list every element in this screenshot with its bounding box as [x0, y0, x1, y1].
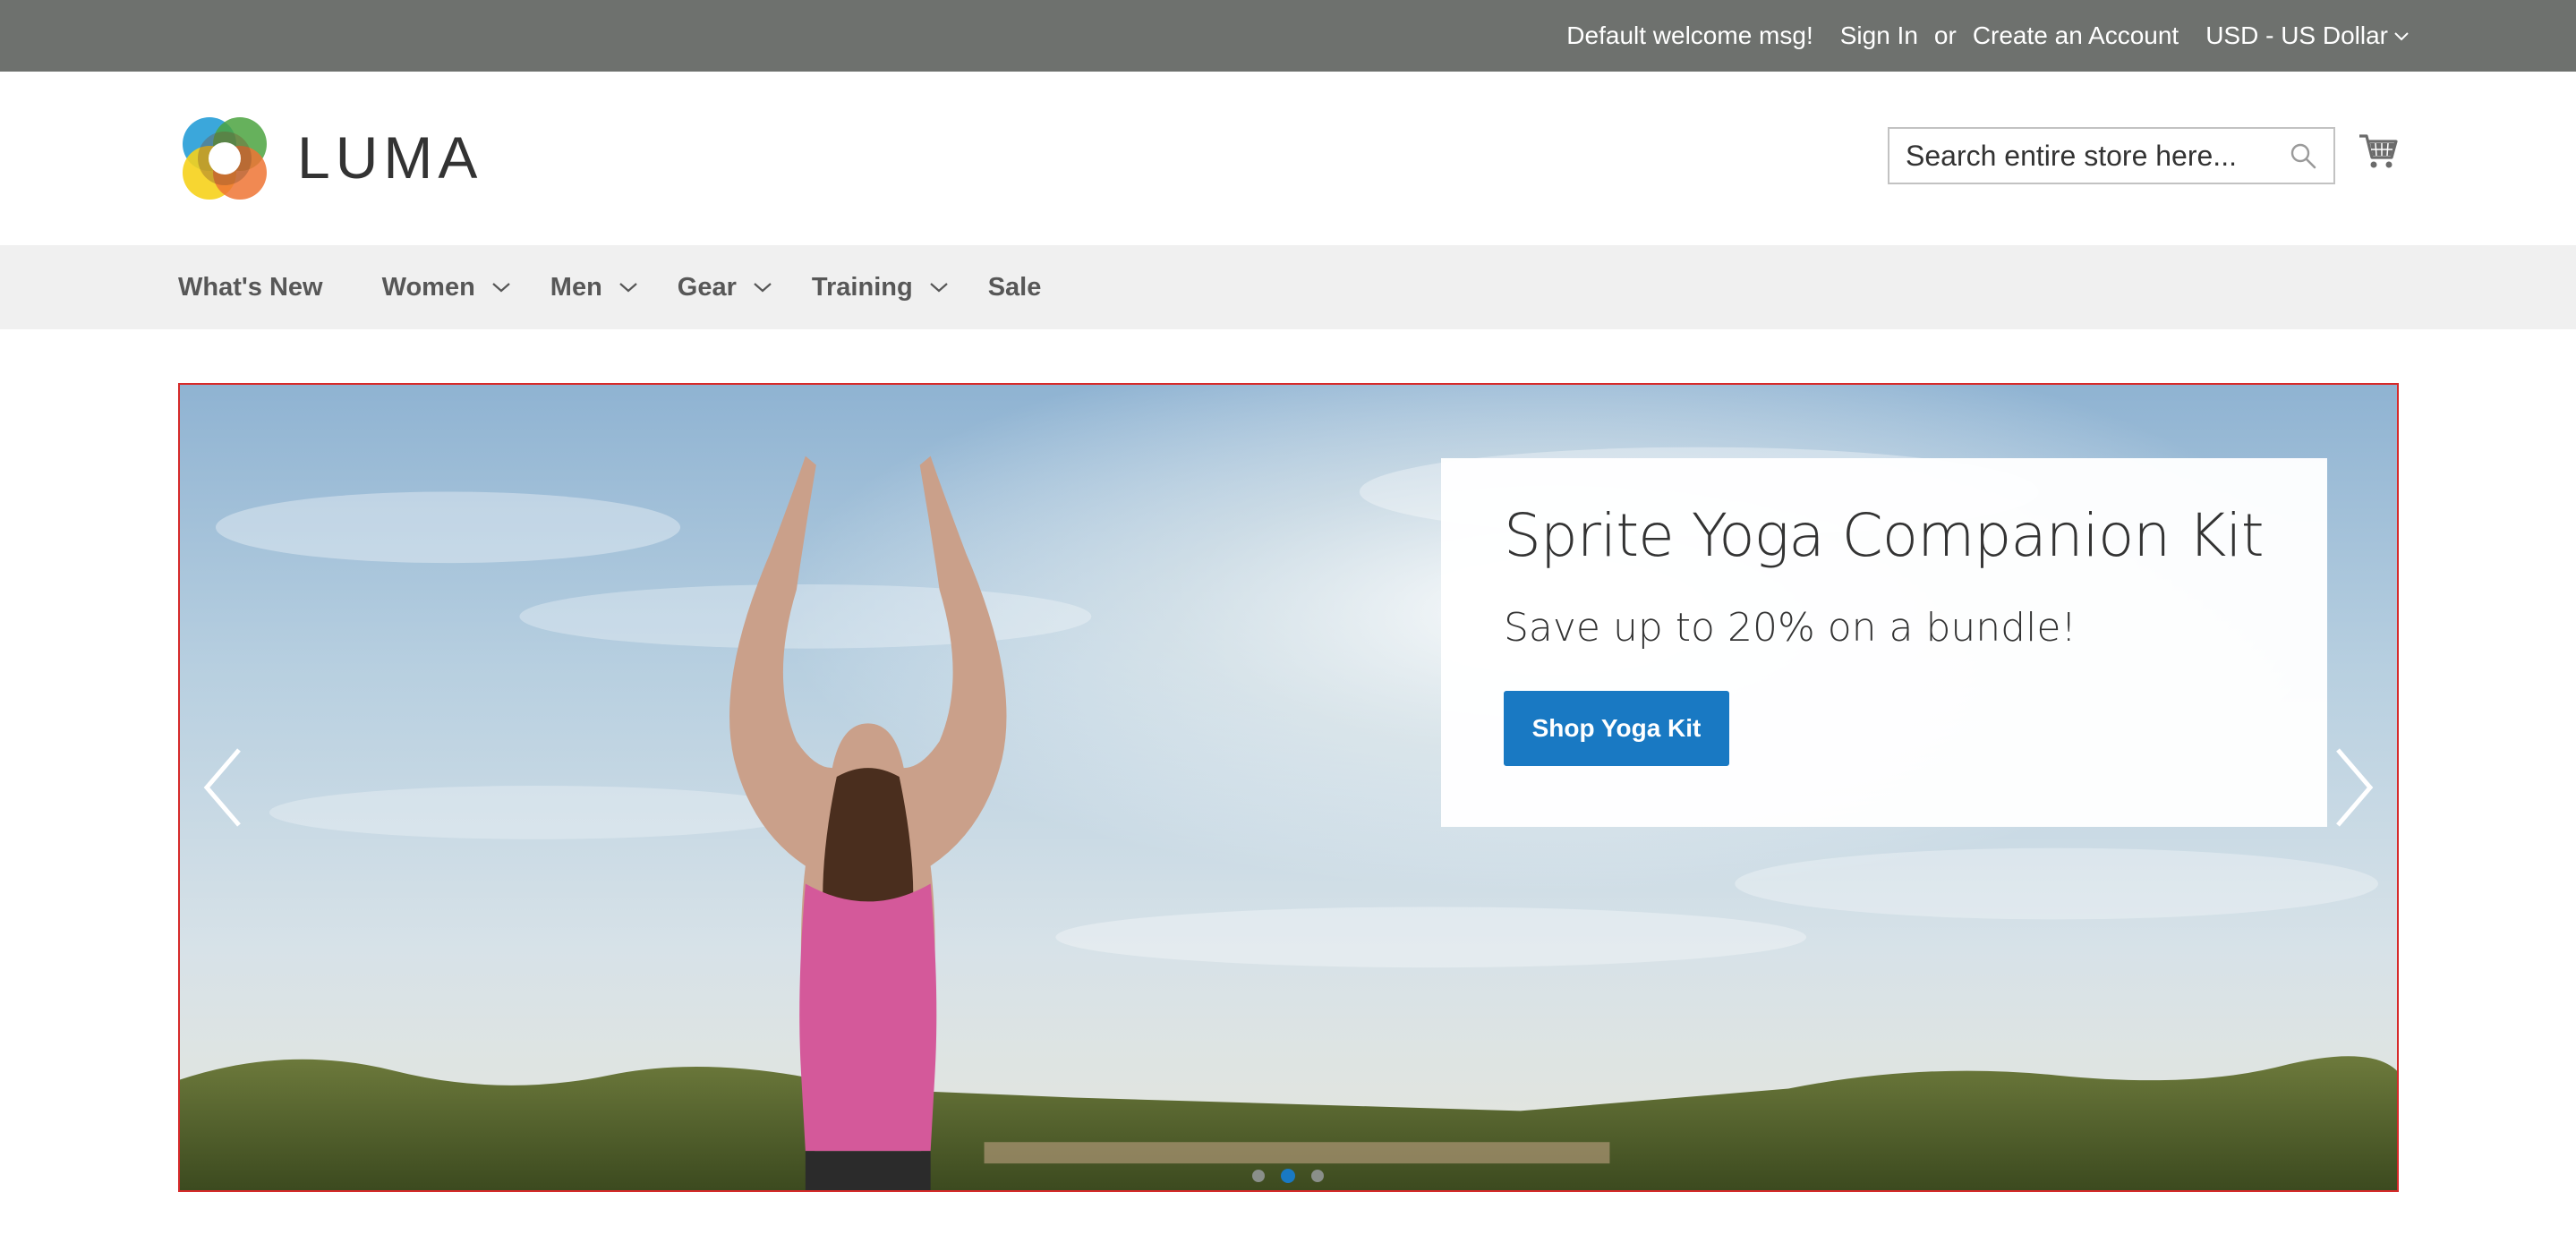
chevron-down-icon — [492, 283, 510, 293]
chevron-down-icon — [754, 283, 772, 293]
logo-text: LUMA — [297, 124, 483, 191]
sign-in-link[interactable]: Sign In — [1840, 21, 1918, 50]
or-separator: or — [1933, 21, 1957, 49]
nav-item-sale[interactable]: Sale — [988, 273, 1042, 302]
hero-slider: Sprite Yoga Companion Kit Save up to 20%… — [178, 383, 2399, 1192]
shop-yoga-kit-button[interactable]: Shop Yoga Kit — [1504, 691, 1729, 766]
nav-item-training[interactable]: Training — [812, 273, 949, 302]
nav-item-label: Sale — [987, 272, 1042, 302]
chevron-right-icon[interactable] — [2325, 743, 2379, 832]
nav-item-label: What's New — [178, 272, 323, 302]
chevron-down-icon — [619, 283, 637, 293]
nav-item-whats-new[interactable]: What's New — [178, 273, 323, 302]
promo-title: Sprite Yoga Companion Kit — [1504, 501, 2265, 570]
nav-item-men[interactable]: Men — [550, 273, 638, 302]
nav-items: What's New Women Men Gear Training Sale — [178, 245, 1100, 329]
store-logo[interactable]: LUMA — [179, 112, 482, 203]
currency-label: USD - US Dollar — [2205, 21, 2388, 49]
luma-logo-icon — [183, 117, 267, 200]
promo-subtitle: Save up to 20% on a bundle! — [1504, 605, 2077, 651]
welcome-message: Default welcome msg! — [1566, 21, 1813, 49]
slider-dot-active[interactable] — [1281, 1169, 1295, 1183]
nav-item-label: Gear — [677, 272, 737, 302]
chevron-down-icon — [929, 283, 948, 293]
nav-item-label: Women — [381, 272, 475, 302]
search-icon[interactable] — [2289, 141, 2317, 170]
cart-icon[interactable] — [2358, 131, 2399, 172]
main-navigation: What's New Women Men Gear Training Sale — [0, 245, 2576, 329]
nav-item-gear[interactable]: Gear — [678, 273, 772, 302]
nav-item-label: Training — [811, 272, 913, 302]
promo-box: Sprite Yoga Companion Kit Save up to 20%… — [1441, 458, 2327, 827]
panel-links: Default welcome msg! Sign In or Create a… — [1566, 0, 2410, 72]
site-header: LUMA — [0, 72, 2576, 245]
slider-dots — [1252, 1169, 1340, 1183]
top-panel-bar: Default welcome msg! Sign In or Create a… — [0, 0, 2576, 72]
slider-dot[interactable] — [1252, 1170, 1265, 1182]
search-input[interactable] — [1889, 131, 2265, 181]
create-account-link[interactable]: Create an Account — [1973, 21, 2179, 50]
nav-item-women[interactable]: Women — [382, 273, 511, 302]
chevron-left-icon[interactable] — [198, 743, 252, 832]
nav-item-label: Men — [550, 272, 602, 302]
search-box — [1888, 127, 2335, 184]
currency-switcher[interactable]: USD - US Dollar — [2205, 21, 2410, 50]
slider-dot[interactable] — [1311, 1170, 1324, 1182]
chevron-down-icon — [2394, 32, 2409, 41]
